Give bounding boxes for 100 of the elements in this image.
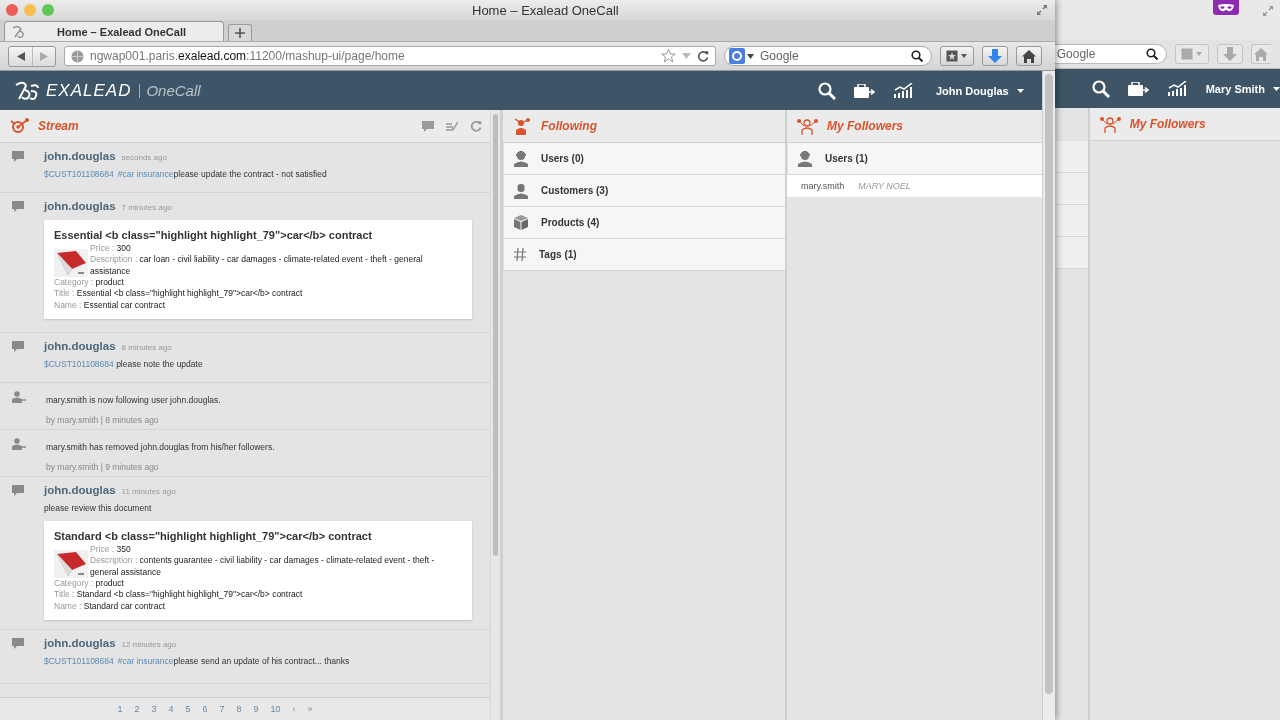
search-icon[interactable] <box>911 50 923 62</box>
user-link[interactable]: john.douglas <box>44 150 116 162</box>
bookmark-star-icon[interactable] <box>661 49 676 63</box>
plus-icon <box>235 28 245 38</box>
page-link[interactable]: 9 <box>253 704 259 714</box>
user-link[interactable]: john.douglas <box>44 484 116 496</box>
fullscreen-icon[interactable] <box>1036 5 1047 15</box>
browser-tab[interactable]: Home – Exalead OneCall <box>4 21 224 41</box>
comment-icon <box>12 201 24 212</box>
field-line: Name : Essential car contract <box>54 299 167 311</box>
comment-icon[interactable] <box>422 120 434 132</box>
panel-title: Following <box>541 119 597 133</box>
page-link[interactable]: 1 <box>117 704 123 714</box>
globe-icon <box>71 49 84 63</box>
followers-icon <box>1099 115 1122 133</box>
brand-name: EXALEAD <box>46 80 132 101</box>
user-menu[interactable]: Mary Smith <box>1205 82 1280 95</box>
panel-title: My Followers <box>827 119 903 133</box>
logo-icon <box>14 80 40 101</box>
document-card[interactable] <box>44 220 472 319</box>
follower-name: MARY NOEL <box>858 181 911 191</box>
page-link[interactable]: 7 <box>219 704 225 714</box>
panel-row[interactable] <box>1054 237 1088 269</box>
fullscreen-icon[interactable] <box>1262 6 1273 16</box>
dropdown-icon[interactable] <box>682 53 691 59</box>
user-menu[interactable]: John Douglas <box>935 84 1024 97</box>
page-link[interactable]: 10 <box>270 704 281 714</box>
zoom-button[interactable] <box>42 4 54 16</box>
pdf-thumbnail-icon <box>54 249 88 277</box>
panel-row[interactable] <box>1054 173 1088 205</box>
following-category[interactable]: Tags (1) <box>503 239 785 271</box>
user-link[interactable]: john.douglas <box>44 637 116 649</box>
mask-icon <box>1217 3 1234 12</box>
following-category[interactable]: Users (0) <box>503 143 785 175</box>
field-line: Category : product <box>54 578 125 590</box>
document-card[interactable] <box>44 521 472 620</box>
scrollbar-thumb[interactable] <box>1044 74 1053 694</box>
new-tab-button[interactable] <box>228 24 252 41</box>
user-icon <box>12 438 26 450</box>
user-link[interactable]: john.douglas <box>44 340 116 352</box>
back-arrow-icon <box>16 51 25 61</box>
following-category[interactable]: Customers (3) <box>503 175 785 207</box>
checklist-icon[interactable] <box>446 120 458 132</box>
page-link[interactable]: 4 <box>168 704 174 714</box>
message-text: please review this document <box>44 503 152 513</box>
download-button[interactable] <box>1216 44 1243 64</box>
tag-link[interactable]: $CUST101108684 <box>44 656 114 666</box>
search-icon[interactable] <box>1091 79 1110 98</box>
group-title: Users (1) <box>825 153 868 164</box>
search-field[interactable]: Google <box>724 46 932 66</box>
bookmarks-icon <box>1180 48 1203 60</box>
panel-row[interactable] <box>1054 205 1088 237</box>
page-link[interactable]: 8 <box>236 704 242 714</box>
page-link[interactable]: 3 <box>151 704 157 714</box>
search-engine-icon[interactable] <box>729 48 745 64</box>
download-arrow-icon <box>1222 47 1237 61</box>
page-link[interactable]: ‹ <box>292 704 296 714</box>
briefcase-icon[interactable] <box>1127 81 1150 96</box>
followers-icon <box>797 117 819 135</box>
home-button[interactable] <box>1016 46 1042 66</box>
following-category[interactable]: Products (4) <box>503 207 785 239</box>
address-field[interactable]: ngwap001.paris.exalead.com:11200/mashup-ui/page/home <box>64 46 716 66</box>
card-title: Standard <b class="highlight highlight_79">car</b> contract <box>54 530 373 542</box>
refresh-icon[interactable] <box>470 120 482 132</box>
tag-link[interactable]: $CUST101108684 <box>44 169 114 179</box>
search-field[interactable]: Google <box>1054 44 1167 64</box>
chart-icon[interactable] <box>893 83 914 98</box>
person-icon <box>514 182 528 199</box>
caret-icon[interactable] <box>747 53 754 59</box>
search-icon[interactable] <box>1145 48 1158 60</box>
user-icon <box>12 391 26 403</box>
hash-icon <box>514 248 526 261</box>
chart-icon[interactable] <box>1167 81 1188 96</box>
page-link[interactable]: 6 <box>202 704 208 714</box>
scrollbar-thumb[interactable] <box>493 114 498 556</box>
page-link[interactable]: » <box>307 704 313 714</box>
close-button[interactable] <box>6 4 18 16</box>
bookmarks-icon <box>946 50 968 62</box>
product-name: OneCall <box>146 82 201 99</box>
comment-icon <box>12 341 24 352</box>
user-headset-icon <box>798 150 812 167</box>
bookmarks-button[interactable] <box>940 46 974 66</box>
tag-link[interactable]: #car insurance <box>117 656 174 666</box>
activity-byline: by mary.smith | 9 minutes ago <box>46 462 160 472</box>
target-icon <box>10 118 30 134</box>
reload-icon[interactable] <box>697 50 709 62</box>
field-line: Title : Standard <b class="highlight highlight_79">car</b> contract <box>54 589 304 601</box>
panel-row[interactable] <box>1054 141 1088 173</box>
follower-login[interactable]: mary.smith <box>801 181 845 191</box>
search-icon[interactable] <box>817 81 836 100</box>
page-link[interactable]: 2 <box>134 704 140 714</box>
activity-text: mary.smith has removed john.douglas from his/her followers. <box>46 442 276 452</box>
page-link[interactable]: 5 <box>185 704 191 714</box>
tag-link[interactable]: #car insurance <box>117 169 174 179</box>
user-link[interactable]: john.douglas <box>44 200 116 212</box>
tag-link[interactable]: $CUST101108684 <box>44 359 114 369</box>
download-button[interactable] <box>982 46 1008 66</box>
timestamp: seconds ago <box>121 153 167 162</box>
briefcase-icon[interactable] <box>853 83 876 98</box>
timestamp: 8 minutes ago <box>121 343 172 352</box>
